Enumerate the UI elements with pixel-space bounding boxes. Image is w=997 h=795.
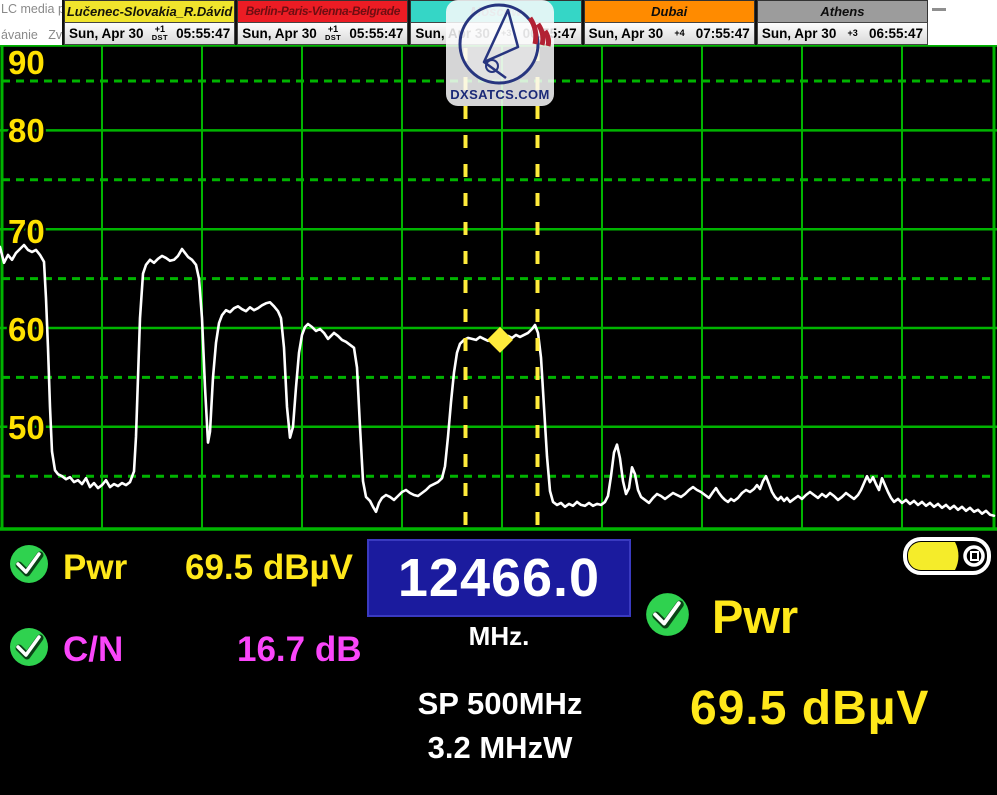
frequency-value: 12466.0 — [398, 547, 600, 609]
frequency-display[interactable]: 12466.0 — [367, 539, 631, 617]
right-pwr-label: Pwr — [712, 589, 798, 644]
y-axis-label: 50 — [8, 409, 45, 446]
minimize-icon[interactable] — [932, 8, 946, 11]
frequency-unit: MHz. — [367, 621, 631, 652]
cn-value: 16.7 dB — [237, 630, 362, 670]
dst-indicator: +1 DST — [325, 25, 341, 42]
clock-date: Sun, Apr 30 — [589, 26, 664, 41]
clock-time: 05:55:47 — [349, 26, 403, 41]
battery-icon[interactable] — [903, 537, 993, 575]
span-setting: SP 500MHz — [300, 686, 700, 722]
y-axis-label: 90 — [8, 45, 45, 81]
clock-city-label: Lučenec-Slovakia_R.Dávid — [64, 0, 235, 22]
clock-date: Sun, Apr 30 — [762, 26, 837, 41]
clock-city-label: Berlin-Paris-Vienna-Belgrade — [237, 0, 408, 22]
clock-city-label: Athens — [757, 0, 928, 22]
pwr-label: Pwr — [63, 548, 127, 588]
pwr-check-icon[interactable] — [9, 544, 49, 584]
pwr-value: 69.5 dBµV — [185, 548, 353, 588]
clock-time-row: Sun, Apr 30 +1 DST 05:55:47 — [64, 22, 235, 45]
vlc-window-strip: LC media pl ávanie Zv — [0, 0, 62, 45]
clock-date: Sun, Apr 30 — [242, 26, 317, 41]
clock-time-row: Sun, Apr 30 +4 07:55:47 — [584, 22, 755, 45]
clock-time-row: Sun, Apr 30 +3 06:55:47 — [757, 22, 928, 45]
dst-indicator: +4 — [674, 29, 684, 38]
clock-city-label: Dubai — [584, 0, 755, 22]
right-pwr-value: 69.5 dBµV — [690, 681, 929, 736]
right-pwr-check-icon[interactable] — [645, 592, 690, 637]
logo-brand-text: DXSATCS.COM — [446, 87, 554, 102]
vlc-menu-text: ávanie Zv — [1, 28, 62, 42]
clock-time: 06:55:47 — [869, 26, 923, 41]
clock-time: 07:55:47 — [696, 26, 750, 41]
clock-lucenec: Lučenec-Slovakia_R.Dávid Sun, Apr 30 +1 … — [62, 0, 235, 45]
cn-check-icon[interactable] — [9, 627, 49, 667]
bandwidth-setting: 3.2 MHzW — [300, 730, 700, 766]
clock-time: 05:55:47 — [176, 26, 230, 41]
y-axis-label: 60 — [8, 311, 45, 348]
y-axis-label: 70 — [8, 213, 45, 250]
dst-indicator: +1 DST — [152, 25, 168, 42]
marker-diamond[interactable] — [487, 327, 513, 353]
window-titlebar-area — [928, 0, 997, 45]
vlc-title-text: LC media pl — [1, 2, 62, 16]
clock-dubai: Dubai Sun, Apr 30 +4 07:55:47 — [582, 0, 755, 45]
cn-label: C/N — [63, 630, 123, 670]
clock-berlin: Berlin-Paris-Vienna-Belgrade Sun, Apr 30… — [235, 0, 408, 45]
y-axis-label: 80 — [8, 112, 45, 149]
spectrum-plot: 90 80 70 60 50 — [0, 45, 997, 531]
spectrum-chart: 90 80 70 60 50 — [0, 45, 997, 531]
clock-date: Sun, Apr 30 — [69, 26, 144, 41]
dxsatcs-logo: DXSATCS.COM — [446, 0, 554, 106]
dst-indicator: +3 — [848, 29, 858, 38]
clock-time-row: Sun, Apr 30 +1 DST 05:55:47 — [237, 22, 408, 45]
clock-athens: Athens Sun, Apr 30 +3 06:55:47 — [755, 0, 928, 45]
